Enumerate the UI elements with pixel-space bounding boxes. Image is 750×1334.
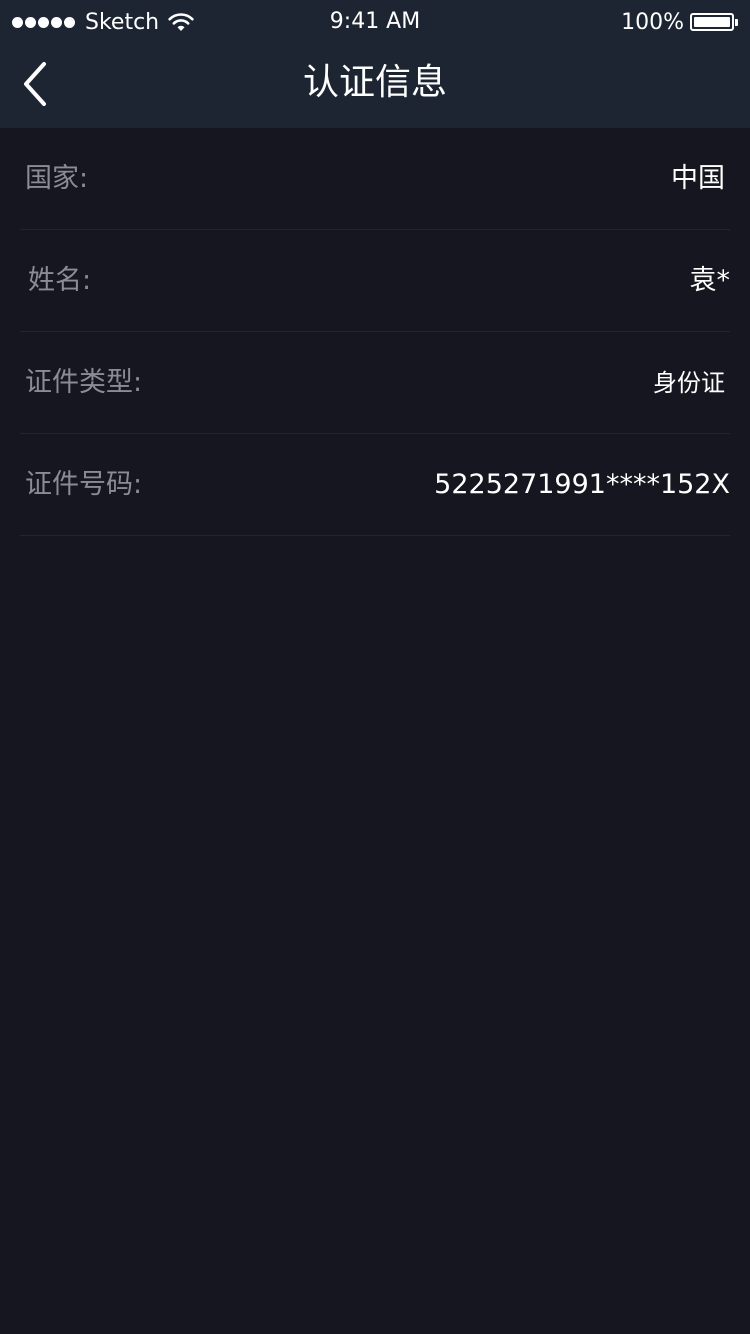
battery-percent: 100% [621,9,684,35]
info-row-name: 姓名: 袁* [20,230,730,332]
id-type-value: 身份证 [653,369,725,397]
name-value: 袁* [689,265,731,296]
id-type-label: 证件类型: [25,367,143,398]
status-bar: Sketch 9:41 AM 100% [0,0,750,40]
id-number-label: 证件号码: [25,469,143,500]
info-row-id-type: 证件类型: 身份证 [20,332,730,434]
battery-icon [690,13,734,31]
battery-tip [735,18,738,26]
country-label: 国家: [25,163,89,194]
page-title: 认证信息 [302,62,447,103]
info-row-id-number: 证件号码: 5225271991****152X [20,434,730,536]
nav-bar: 认证信息 [0,40,750,128]
status-right: 100% [621,8,738,36]
info-row-country: 国家: 中国 [20,128,730,230]
header: Sketch 9:41 AM 100% 认证信息 [0,0,750,128]
info-list: 国家: 中国 姓名: 袁* 证件类型: 身份证 证件号码: 5225271991… [0,128,750,536]
country-value: 中国 [671,163,725,194]
name-label: 姓名: [28,265,92,296]
id-number-value: 5225271991****152X [434,469,730,500]
battery-fill [694,17,730,27]
